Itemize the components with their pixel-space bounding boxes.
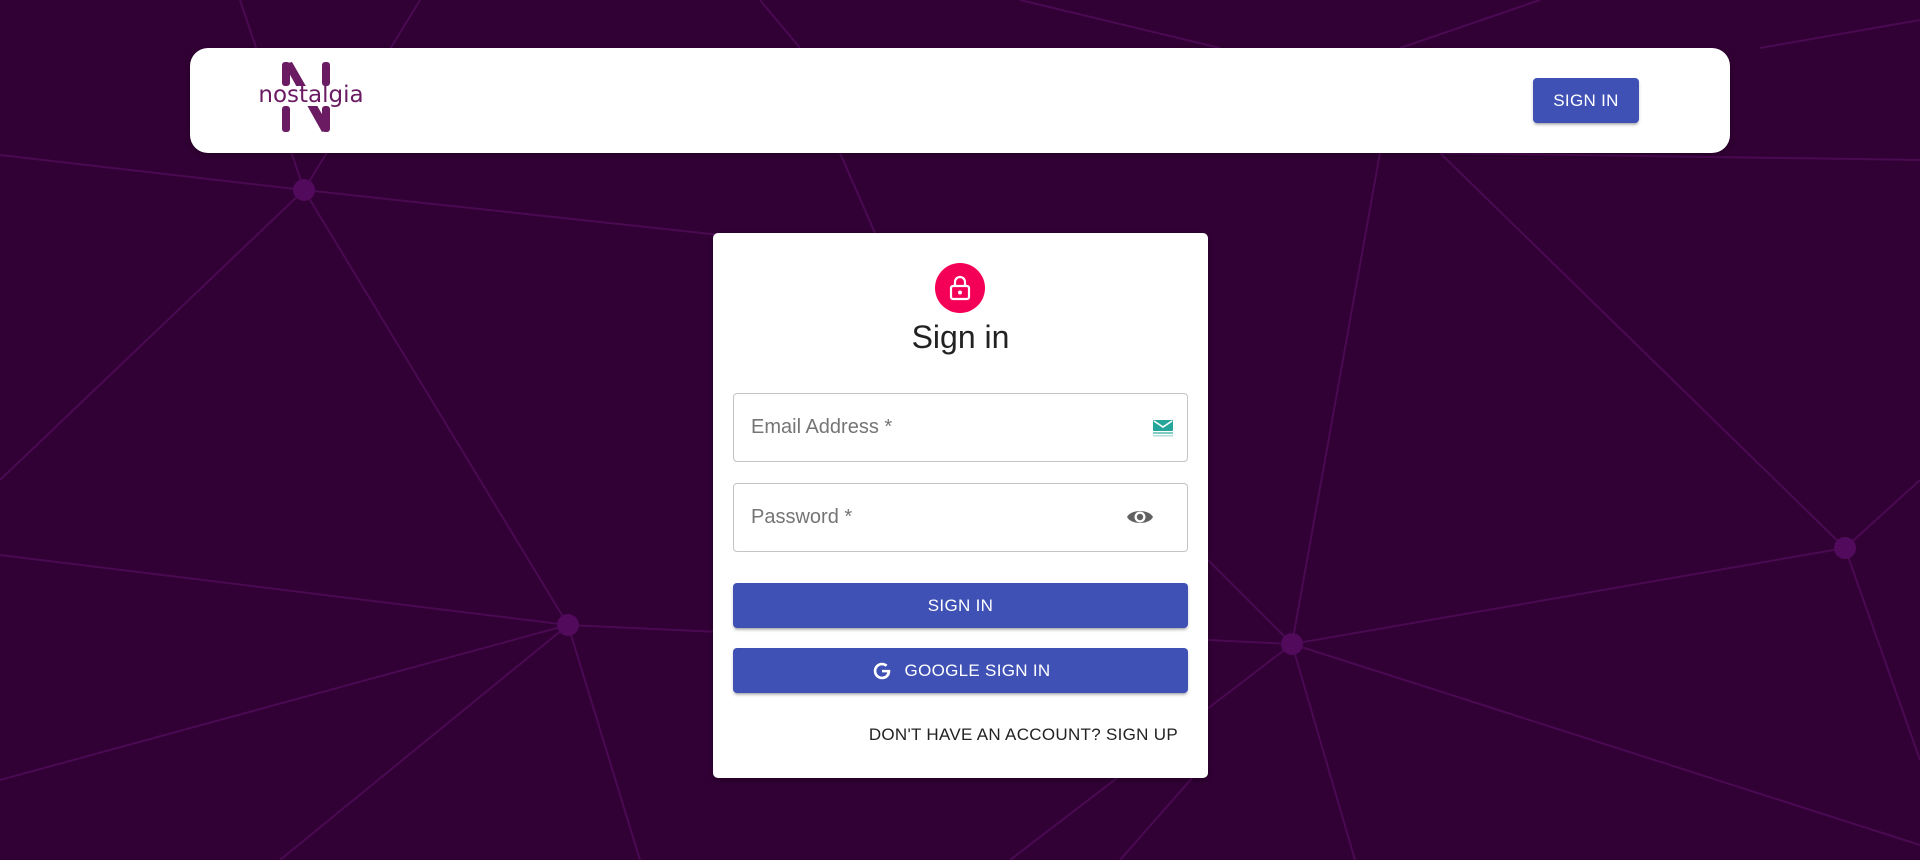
signup-link[interactable]: DON'T HAVE AN ACCOUNT? SIGN UP xyxy=(869,725,1178,745)
eye-icon[interactable] xyxy=(1126,506,1154,528)
brand-logo[interactable]: nostalgia xyxy=(252,62,370,134)
header-signin-button[interactable]: SIGN IN xyxy=(1533,78,1639,123)
logo-n-icon: nostalgia xyxy=(252,62,370,132)
page-title: Sign in xyxy=(911,319,1010,355)
google-icon xyxy=(873,662,890,679)
top-navbar: nostalgia SIGN IN xyxy=(190,48,1730,153)
password-field-container xyxy=(733,483,1188,552)
email-input[interactable] xyxy=(734,394,1187,461)
google-signin-label: GOOGLE SIGN IN xyxy=(904,660,1051,680)
google-signin-button[interactable]: GOOGLE SIGN IN xyxy=(733,648,1188,693)
signin-card: Sign in SIGN IN GOOGLE SIGN IN DON'T HAV… xyxy=(713,233,1208,778)
signin-submit-label: SIGN IN xyxy=(927,595,994,615)
svg-text:nostalgia: nostalgia xyxy=(258,82,363,108)
password-input[interactable] xyxy=(734,484,1187,551)
email-field-container xyxy=(733,393,1188,462)
lock-icon xyxy=(949,275,971,301)
signin-submit-button[interactable]: SIGN IN xyxy=(733,583,1188,628)
lock-avatar xyxy=(935,263,985,313)
email-icon xyxy=(1153,420,1173,437)
